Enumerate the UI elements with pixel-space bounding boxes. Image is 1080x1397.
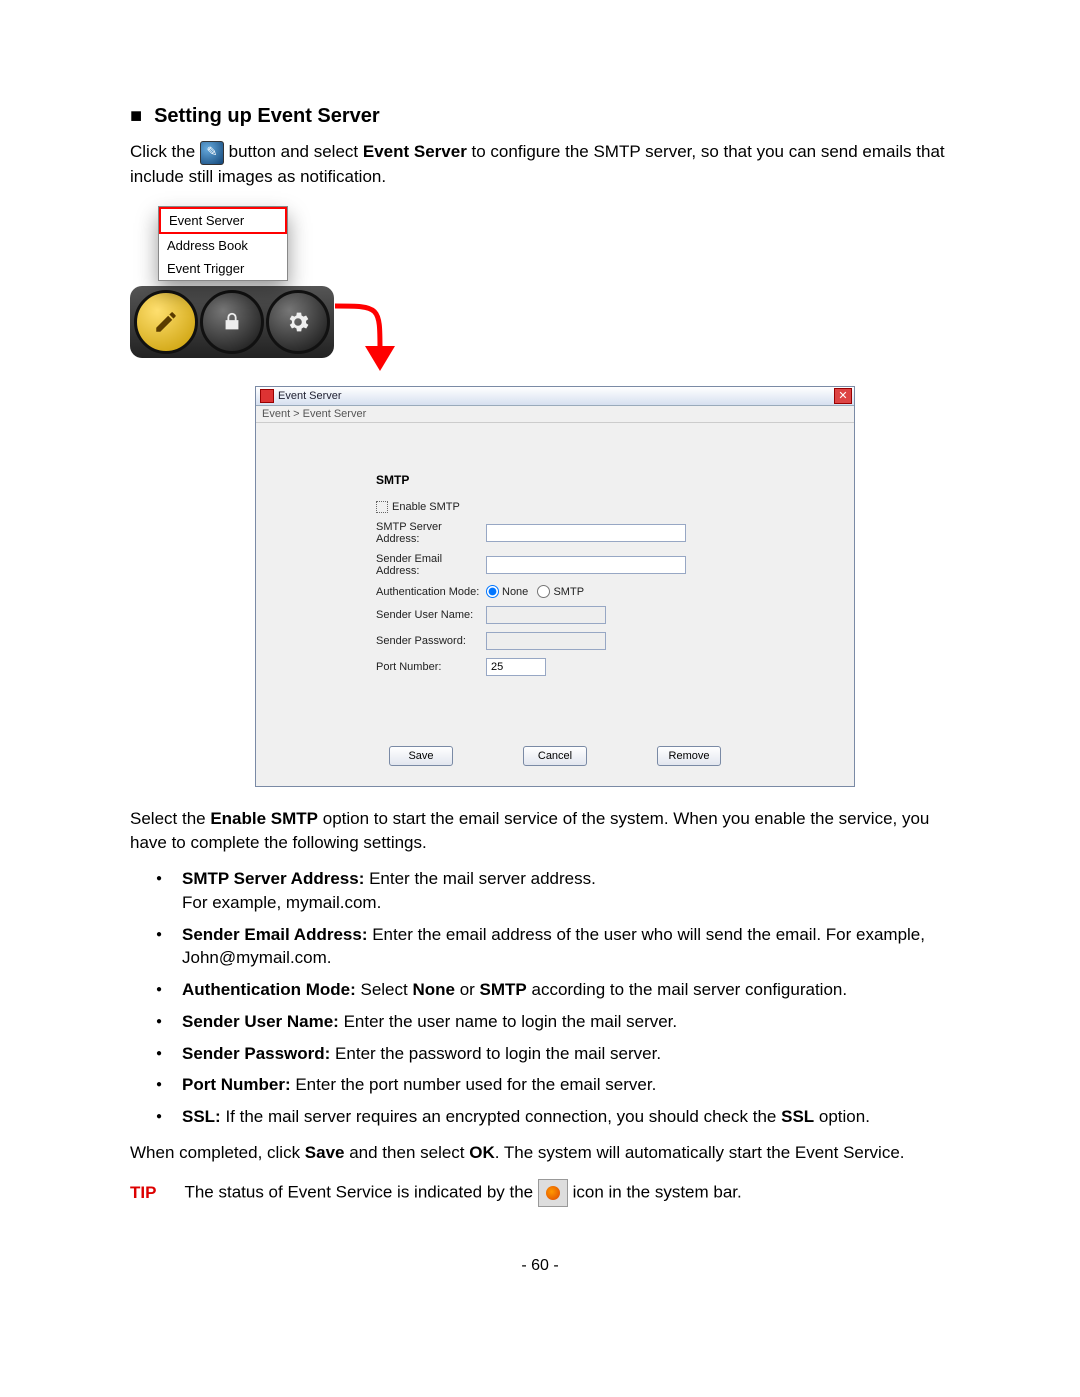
sender-user-input[interactable]	[486, 606, 606, 624]
arrow-icon	[325, 296, 395, 386]
save-button[interactable]: Save	[389, 746, 453, 766]
smtp-section-header: SMTP	[376, 473, 824, 487]
tip-label: TIP	[130, 1183, 156, 1203]
dialog-title: Event Server	[278, 390, 342, 402]
port-label: Port Number:	[376, 661, 486, 673]
server-address-input[interactable]	[486, 524, 686, 542]
list-item: Port Number: Enter the port number used …	[182, 1073, 950, 1097]
gear-orb-icon[interactable]	[266, 290, 330, 354]
list-item: Authentication Mode: Select None or SMTP…	[182, 978, 950, 1002]
sender-user-label: Sender User Name:	[376, 609, 486, 621]
menu-item-event-trigger[interactable]: Event Trigger	[159, 257, 287, 280]
enable-smtp-row: Enable SMTP	[376, 501, 824, 513]
sender-pass-input[interactable]	[486, 632, 606, 650]
enable-smtp-label: Enable SMTP	[392, 501, 460, 513]
toolbar-orbs	[130, 286, 334, 358]
remove-button[interactable]: Remove	[657, 746, 721, 766]
auth-none-radio[interactable]	[486, 585, 499, 598]
context-menu: Event Server Address Book Event Trigger	[158, 206, 288, 281]
dialog-titlebar-icon	[260, 389, 274, 403]
edit-orb-icon[interactable]	[134, 290, 198, 354]
tip-row: TIP The status of Event Service is indic…	[130, 1179, 950, 1207]
config-button-icon: ✎	[200, 141, 224, 165]
completed-paragraph: When completed, click Save and then sele…	[130, 1141, 950, 1165]
section-heading: Setting up Event Server	[130, 105, 950, 128]
dialog-breadcrumb: Event > Event Server	[256, 406, 854, 423]
auth-mode-label: Authentication Mode:	[376, 586, 486, 598]
menu-item-event-server[interactable]: Event Server	[159, 207, 287, 234]
cancel-button[interactable]: Cancel	[523, 746, 587, 766]
auth-smtp-label: SMTP	[553, 586, 584, 598]
sender-pass-label: Sender Password:	[376, 635, 486, 647]
list-item: SSL: If the mail server requires an encr…	[182, 1105, 950, 1129]
sender-email-input[interactable]	[486, 556, 686, 574]
intro-paragraph: Click the ✎ button and select Event Serv…	[130, 140, 950, 188]
auth-smtp-radio[interactable]	[537, 585, 550, 598]
port-input[interactable]	[486, 658, 546, 676]
page-number: - 60 -	[130, 1257, 950, 1275]
auth-none-label: None	[502, 586, 528, 598]
enable-smtp-checkbox[interactable]	[376, 501, 388, 513]
context-menu-figure: Event Server Address Book Event Trigger	[130, 206, 390, 376]
list-item: Sender Password: Enter the password to l…	[182, 1042, 950, 1066]
enable-smtp-paragraph: Select the Enable SMTP option to start t…	[130, 807, 950, 855]
sender-email-label: Sender Email Address:	[376, 553, 486, 577]
event-service-status-icon	[538, 1179, 568, 1207]
menu-item-address-book[interactable]: Address Book	[159, 234, 287, 257]
list-item: Sender Email Address: Enter the email ad…	[182, 923, 950, 971]
list-item: SMTP Server Address: Enter the mail serv…	[182, 867, 950, 915]
settings-list: SMTP Server Address: Enter the mail serv…	[130, 867, 950, 1129]
list-item: Sender User Name: Enter the user name to…	[182, 1010, 950, 1034]
close-icon[interactable]: ✕	[834, 388, 852, 404]
event-server-dialog: Event Server ✕ Event > Event Server SMTP…	[255, 386, 855, 787]
camera-orb-icon[interactable]	[200, 290, 264, 354]
server-address-label: SMTP Server Address:	[376, 521, 486, 545]
dialog-titlebar: Event Server ✕	[256, 387, 854, 406]
